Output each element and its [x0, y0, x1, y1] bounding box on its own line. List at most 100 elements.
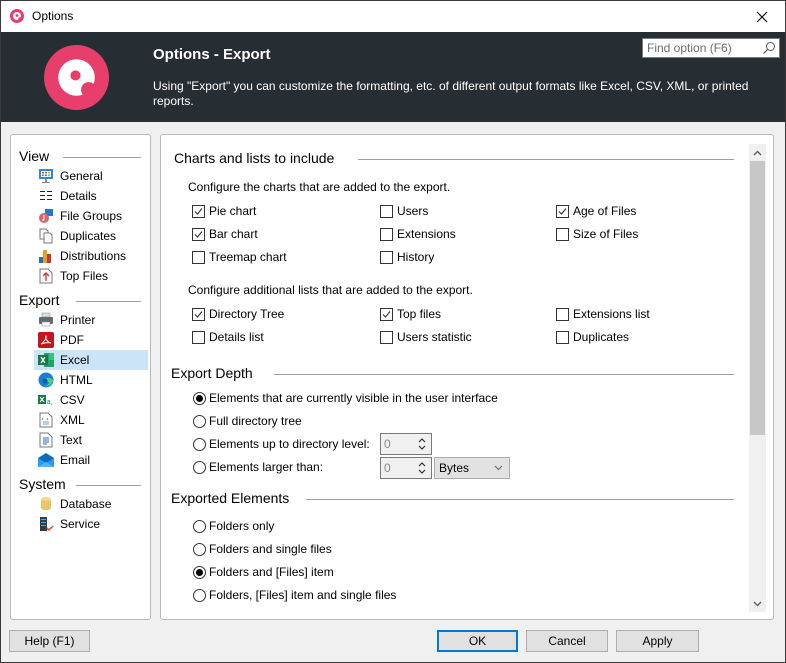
radio-folders-only[interactable]: Folders only — [193, 519, 274, 533]
scroll-up-button[interactable] — [749, 144, 766, 161]
chevron-down-icon — [753, 601, 762, 606]
radio-unselected-icon[interactable] — [193, 437, 206, 451]
xml-icon — [39, 412, 53, 428]
radio-label: Elements up to directory level: — [209, 437, 370, 451]
scroll-down-button[interactable] — [749, 595, 766, 612]
size-threshold-spinner[interactable]: 0 — [380, 457, 432, 479]
radio-folders-and-files-item[interactable]: Folders and [Files] item — [193, 565, 334, 579]
radio-elements-up-to-directory-level[interactable]: Elements up to directory level: — [193, 437, 370, 451]
nav-item-xml[interactable]: XML — [34, 410, 148, 430]
scrollbar-thumb[interactable] — [750, 161, 765, 435]
help-button[interactable]: Help (F1) — [9, 630, 90, 652]
nav-item-excel[interactable]: Excel — [34, 350, 148, 370]
radio-unselected-icon[interactable] — [193, 414, 206, 428]
nav-item-html[interactable]: HTML — [34, 370, 148, 390]
checkbox-unchecked-icon[interactable] — [556, 330, 569, 344]
radio-unselected-icon[interactable] — [193, 519, 206, 533]
text-icon — [39, 432, 53, 448]
nav-item-duplicates[interactable]: Duplicates — [34, 226, 148, 246]
checkbox-label: Directory Tree — [209, 307, 285, 321]
checkbox-unchecked-icon[interactable] — [556, 227, 569, 241]
checkbox-unchecked-icon[interactable] — [192, 330, 205, 344]
size-unit-dropdown[interactable]: Bytes — [434, 457, 510, 479]
checkbox-top-files[interactable]: Top files — [380, 307, 441, 321]
radio-folders-and-single-files[interactable]: Folders and single files — [193, 542, 332, 556]
checkbox-treemap-chart[interactable]: Treemap chart — [192, 250, 287, 264]
checkbox-label: Extensions — [397, 227, 456, 241]
checkbox-details-list[interactable]: Details list — [192, 330, 264, 344]
email-icon — [38, 453, 54, 467]
radio-folders-files-item-and-single-files[interactable]: Folders, [Files] item and single files — [193, 588, 396, 602]
nav-item-database[interactable]: Database — [34, 494, 148, 514]
checkbox-directory-tree[interactable]: Directory Tree — [192, 307, 284, 321]
checkbox-size-of-files[interactable]: Size of Files — [556, 227, 638, 241]
cancel-button[interactable]: Cancel — [526, 630, 608, 652]
window-title: Options — [32, 9, 74, 23]
nav-item-email[interactable]: Email — [34, 450, 148, 470]
ok-button[interactable]: OK — [437, 630, 518, 652]
checkbox-age-of-files[interactable]: Age of Files — [556, 204, 636, 218]
checkbox-unchecked-icon[interactable] — [380, 204, 393, 218]
radio-selected-icon[interactable] — [193, 565, 206, 579]
database-icon — [41, 497, 51, 510]
nav-item-pdf[interactable]: PDF — [34, 330, 148, 350]
nav-item-distributions[interactable]: Distributions — [34, 246, 148, 266]
nav-item-csv[interactable]: a, CSV — [34, 390, 148, 410]
find-option-search[interactable] — [642, 38, 780, 58]
nav-item-service[interactable]: Service — [34, 514, 148, 534]
radio-unselected-icon[interactable] — [193, 460, 206, 474]
checkbox-label: Treemap chart — [209, 250, 287, 264]
checkbox-label: Users — [397, 204, 429, 218]
checkbox-label: Extensions list — [573, 307, 650, 321]
close-button[interactable] — [739, 1, 785, 32]
search-input[interactable] — [643, 39, 761, 57]
checkbox-label: Bar chart — [209, 227, 258, 241]
checkbox-checked-icon[interactable] — [556, 204, 569, 218]
radio-label: Elements that are currently visible in t… — [209, 391, 498, 405]
nav-item-general[interactable]: General — [34, 166, 148, 186]
radio-selected-icon[interactable] — [193, 391, 206, 405]
search-icon[interactable] — [762, 41, 776, 55]
svg-text:a,: a, — [47, 398, 54, 406]
directory-level-value: 0 — [384, 437, 391, 451]
checkbox-users-statistic[interactable]: Users statistic — [380, 330, 472, 344]
checkbox-duplicates[interactable]: Duplicates — [556, 330, 629, 344]
radio-elements-larger-than[interactable]: Elements larger than: — [193, 460, 323, 474]
directory-level-spinner[interactable]: 0 — [380, 433, 432, 455]
checkbox-pie-chart[interactable]: Pie chart — [192, 204, 256, 218]
radio-unselected-icon[interactable] — [193, 588, 206, 602]
checkbox-extensions[interactable]: Extensions — [380, 227, 456, 241]
checkbox-checked-icon[interactable] — [192, 227, 205, 241]
details-list-icon — [40, 191, 52, 200]
checkbox-unchecked-icon[interactable] — [380, 250, 393, 264]
checkbox-checked-icon[interactable] — [380, 307, 393, 321]
checkbox-unchecked-icon[interactable] — [556, 307, 569, 321]
checkbox-bar-chart[interactable]: Bar chart — [192, 227, 258, 241]
nav-group-system: System — [19, 476, 66, 492]
radio-elements-that-are-currently-visible-in-the-user-interface[interactable]: Elements that are currently visible in t… — [193, 391, 498, 405]
radio-full-directory-tree[interactable]: Full directory tree — [193, 414, 302, 428]
nav-item-text[interactable]: Text — [34, 430, 148, 450]
apply-button[interactable]: Apply — [616, 630, 699, 652]
size-threshold-value: 0 — [384, 461, 391, 475]
checkbox-unchecked-icon[interactable] — [380, 330, 393, 344]
checkbox-users[interactable]: Users — [380, 204, 428, 218]
export-settings-panel: Charts and lists to include Configure th… — [160, 134, 774, 620]
nav-item-label: Excel — [60, 353, 90, 367]
checkbox-unchecked-icon[interactable] — [192, 250, 205, 264]
content-scrollbar[interactable] — [749, 144, 766, 612]
header-banner: Options - Export Using "Export" you can … — [1, 32, 785, 122]
radio-unselected-icon[interactable] — [193, 542, 206, 556]
nav-item-printer[interactable]: Printer — [34, 310, 148, 330]
checkbox-extensions-list[interactable]: Extensions list — [556, 307, 650, 321]
radio-label: Folders only — [209, 519, 275, 533]
checkbox-checked-icon[interactable] — [192, 307, 205, 321]
nav-item-top-files[interactable]: Top Files — [34, 266, 148, 286]
nav-item-file-groups[interactable]: File Groups — [34, 206, 148, 226]
checkbox-history[interactable]: History — [380, 250, 434, 264]
checkbox-checked-icon[interactable] — [192, 204, 205, 218]
checkbox-unchecked-icon[interactable] — [380, 227, 393, 241]
spinner-arrows-icon[interactable] — [417, 460, 427, 476]
nav-item-details[interactable]: Details — [34, 186, 148, 206]
spinner-arrows-icon[interactable] — [417, 436, 427, 452]
